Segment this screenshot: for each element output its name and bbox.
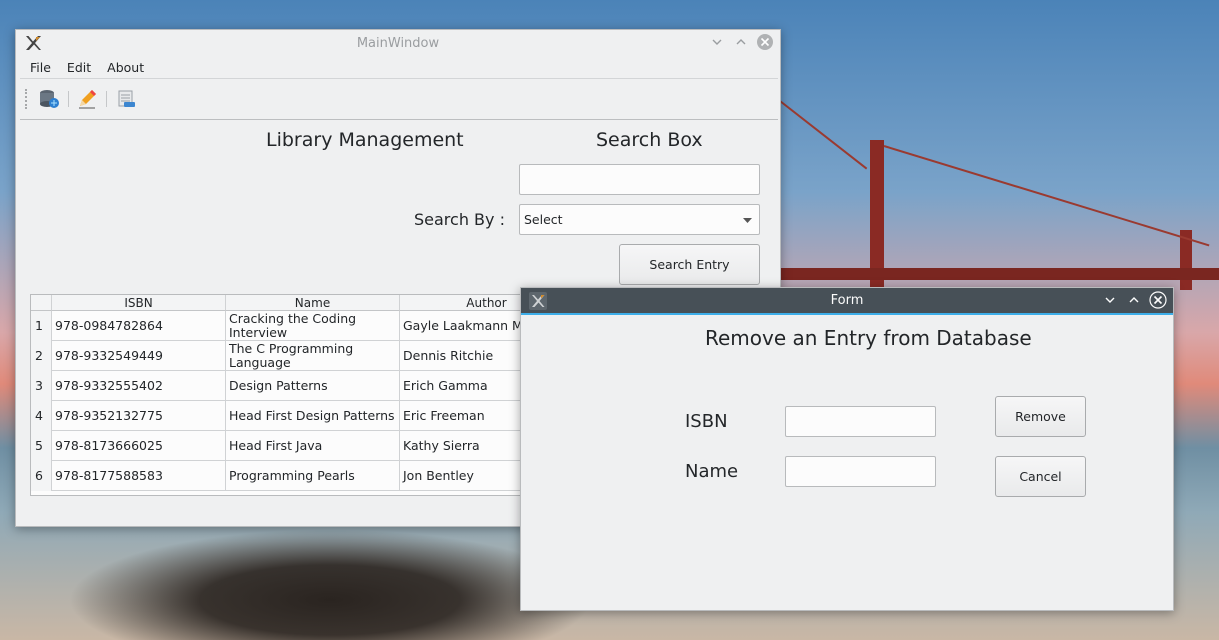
search-entry-button[interactable]: Search Entry [619, 244, 760, 285]
search-by-select[interactable]: Select [519, 204, 760, 235]
menu-edit[interactable]: Edit [59, 60, 99, 75]
row-number[interactable]: 1 [31, 311, 52, 341]
toolbar-grip [25, 89, 30, 109]
menu-file[interactable]: File [22, 60, 59, 75]
menu-bar: File Edit About [16, 56, 780, 78]
column-header-isbn[interactable]: ISBN [52, 295, 226, 311]
main-titlebar[interactable]: MainWindow [16, 30, 780, 56]
bridge-deck [780, 268, 1219, 280]
menu-about[interactable]: About [99, 60, 152, 75]
minimize-icon[interactable] [1101, 291, 1119, 309]
search-heading: Search Box [596, 129, 703, 151]
search-by-label: Search By : [414, 210, 505, 229]
app-x-icon [529, 291, 547, 310]
isbn-cell[interactable]: 978-8173666025 [52, 431, 226, 461]
table-row[interactable]: 1 978-0984782864 Cracking the Coding Int… [31, 311, 541, 341]
close-icon[interactable] [756, 33, 774, 51]
window-title: Form [830, 293, 864, 308]
toolbar-separator [68, 91, 69, 107]
row-number[interactable]: 3 [31, 371, 52, 401]
name-cell[interactable]: Design Patterns [226, 371, 400, 401]
pencil-icon[interactable] [74, 86, 100, 112]
isbn-cell[interactable]: 978-9332549449 [52, 341, 226, 371]
close-icon[interactable] [1149, 291, 1167, 309]
isbn-cell[interactable]: 978-9352132775 [52, 401, 226, 431]
books-table: ISBN Name Author 1 978-0984782864 Cracki… [30, 294, 542, 496]
maximize-icon[interactable] [732, 33, 750, 51]
form-titlebar[interactable]: Form [521, 288, 1173, 315]
app-x-icon [26, 36, 41, 50]
minimize-icon[interactable] [708, 33, 726, 51]
name-cell[interactable]: Programming Pearls [226, 461, 400, 491]
toolbar-separator [106, 91, 107, 107]
row-number[interactable]: 4 [31, 401, 52, 431]
maximize-icon[interactable] [1125, 291, 1143, 309]
bridge-cable [883, 145, 1210, 247]
page-title: Library Management [266, 129, 464, 151]
name-input[interactable] [785, 456, 936, 487]
table-row[interactable]: 2 978-9332549449 The C Programming Langu… [31, 341, 541, 371]
name-cell[interactable]: Head First Design Patterns [226, 401, 400, 431]
name-cell[interactable]: Cracking the Coding Interview [226, 311, 400, 341]
document-remove-icon[interactable] [113, 86, 139, 112]
form-heading: Remove an Entry from Database [705, 326, 1032, 350]
remove-button[interactable]: Remove [995, 396, 1086, 437]
table-corner [31, 295, 52, 311]
isbn-input[interactable] [785, 406, 936, 437]
chevron-down-icon [743, 218, 752, 223]
row-number[interactable]: 6 [31, 461, 52, 491]
name-cell[interactable]: The C Programming Language [226, 341, 400, 371]
isbn-label: ISBN [685, 411, 728, 432]
form-window: Form Remove an Entry from Database ISBN … [520, 287, 1174, 611]
table-row[interactable]: 6 978-8177588583 Programming Pearls Jon … [31, 461, 541, 491]
window-title: MainWindow [356, 35, 440, 51]
isbn-cell[interactable]: 978-9332555402 [52, 371, 226, 401]
search-by-value: Select [524, 212, 563, 227]
column-header-name[interactable]: Name [226, 295, 400, 311]
database-icon[interactable] [36, 86, 62, 112]
bridge-cable [779, 100, 868, 170]
name-cell[interactable]: Head First Java [226, 431, 400, 461]
isbn-cell[interactable]: 978-0984782864 [52, 311, 226, 341]
row-number[interactable]: 2 [31, 341, 52, 371]
cancel-button[interactable]: Cancel [995, 456, 1086, 497]
search-input[interactable] [519, 164, 760, 195]
table-row[interactable]: 3 978-9332555402 Design Patterns Erich G… [31, 371, 541, 401]
toolbar [20, 78, 778, 120]
name-label: Name [685, 461, 739, 482]
isbn-cell[interactable]: 978-8177588583 [52, 461, 226, 491]
table-row[interactable]: 4 978-9352132775 Head First Design Patte… [31, 401, 541, 431]
table-row[interactable]: 5 978-8173666025 Head First Java Kathy S… [31, 431, 541, 461]
row-number[interactable]: 5 [31, 431, 52, 461]
